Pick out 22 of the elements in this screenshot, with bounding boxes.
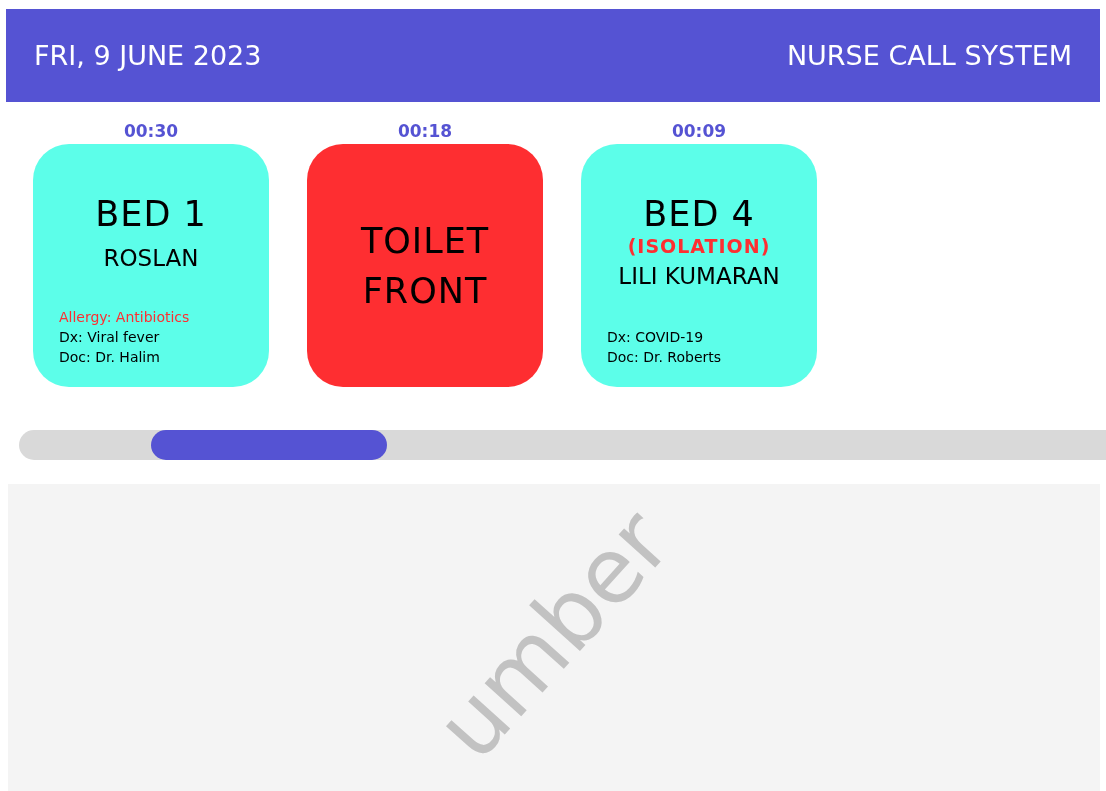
date-text: FRI, 9 JUNE 2023 (34, 40, 262, 71)
call-title: TOILET (360, 219, 490, 263)
patient-name: LILI KUMARAN (618, 263, 780, 289)
patient-note: Doc: Dr. Roberts (607, 348, 723, 367)
app-title: NURSE CALL SYSTEM (786, 40, 1072, 71)
allergy-note: Allergy: Antibiotics (59, 308, 191, 327)
patient-note: Dx: COVID-19 (607, 328, 705, 347)
call-card[interactable]: TOILET FRONT (307, 144, 543, 387)
call-title: BED 4 (643, 193, 755, 236)
patient-note: Dx: Viral fever (59, 328, 161, 347)
timer-text: 00:09 (671, 120, 727, 143)
patient-note: Doc: Dr. Halim (59, 348, 161, 367)
scrollbar-track[interactable] (19, 430, 1106, 460)
call-card[interactable]: BED 4 (ISOLATION) LILI KUMARAN Dx: COVID-19 Doc: Dr. Roberts (581, 144, 817, 387)
timer-text: 00:30 (123, 120, 179, 143)
timer-text: 00:18 (397, 120, 453, 143)
isolation-label: (ISOLATION) (627, 235, 771, 257)
patient-name: ROSLAN (103, 245, 199, 271)
call-card[interactable]: BED 1 ROSLAN Allergy: Antibiotics Dx: Viral fever Doc: Dr. Halim (33, 144, 269, 387)
scrollbar-thumb[interactable] (151, 430, 387, 460)
call-title: BED 1 (95, 193, 207, 236)
call-title: FRONT (362, 269, 488, 313)
